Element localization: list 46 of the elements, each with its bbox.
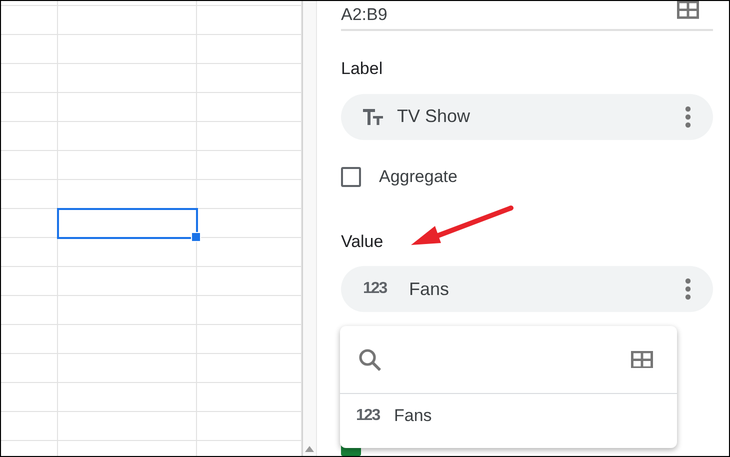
search-icon[interactable] (358, 348, 382, 372)
field-chip[interactable]: TV Show (341, 94, 713, 140)
data-range[interactable]: A2:B9 (341, 1, 388, 29)
grid-cell[interactable] (1, 325, 58, 354)
more-icon[interactable] (685, 106, 691, 128)
grid-cell[interactable] (58, 35, 197, 64)
text-type-icon (363, 108, 383, 125)
grid-cell[interactable] (1, 383, 58, 412)
grid-cell[interactable] (1, 238, 58, 267)
checkbox[interactable] (341, 166, 361, 186)
grid-cell[interactable] (1, 64, 58, 93)
grid-icon[interactable] (677, 1, 699, 19)
grid-cell[interactable] (1, 354, 58, 383)
grid-cell[interactable] (1, 296, 58, 325)
grid-cell[interactable] (58, 354, 197, 383)
grid-cell[interactable] (58, 383, 197, 412)
grid-cell[interactable] (58, 412, 197, 441)
grid-cell[interactable] (1, 6, 58, 35)
dropdown-item[interactable]: 123 Fans (340, 394, 677, 438)
grid-cell[interactable] (58, 151, 197, 180)
grid-cell[interactable] (1, 122, 58, 151)
grid-cell[interactable] (58, 64, 197, 93)
grid-cell[interactable] (1, 151, 58, 180)
number-type-icon: 123 (356, 407, 384, 425)
field-chip[interactable]: 123 Fans (341, 266, 713, 312)
grid-cell[interactable] (58, 93, 197, 122)
grid-cell[interactable] (58, 122, 197, 151)
checkbox-label: Aggregate (379, 166, 458, 186)
grid-cell[interactable] (1, 35, 58, 64)
grid-cell[interactable] (58, 296, 197, 325)
grid-cell[interactable] (1, 180, 58, 209)
field-name: Fans (409, 278, 450, 300)
more-icon[interactable] (685, 278, 691, 300)
grid-cell[interactable] (58, 6, 197, 35)
scroll-arrow-icon[interactable] (305, 446, 314, 452)
grid-cell[interactable] (1, 267, 58, 296)
section-heading: Label (341, 59, 384, 80)
field-name: TV Show (397, 106, 472, 128)
grid-cell[interactable] (58, 267, 197, 296)
grid-cell[interactable] (58, 325, 197, 354)
scrollbar[interactable] (302, 1, 317, 456)
grid-icon[interactable] (631, 350, 653, 368)
number-type-icon: 123 (363, 280, 395, 298)
grid-cell[interactable] (1, 93, 58, 122)
section-heading: Value (341, 232, 384, 252)
grid-cell[interactable] (1, 412, 58, 441)
